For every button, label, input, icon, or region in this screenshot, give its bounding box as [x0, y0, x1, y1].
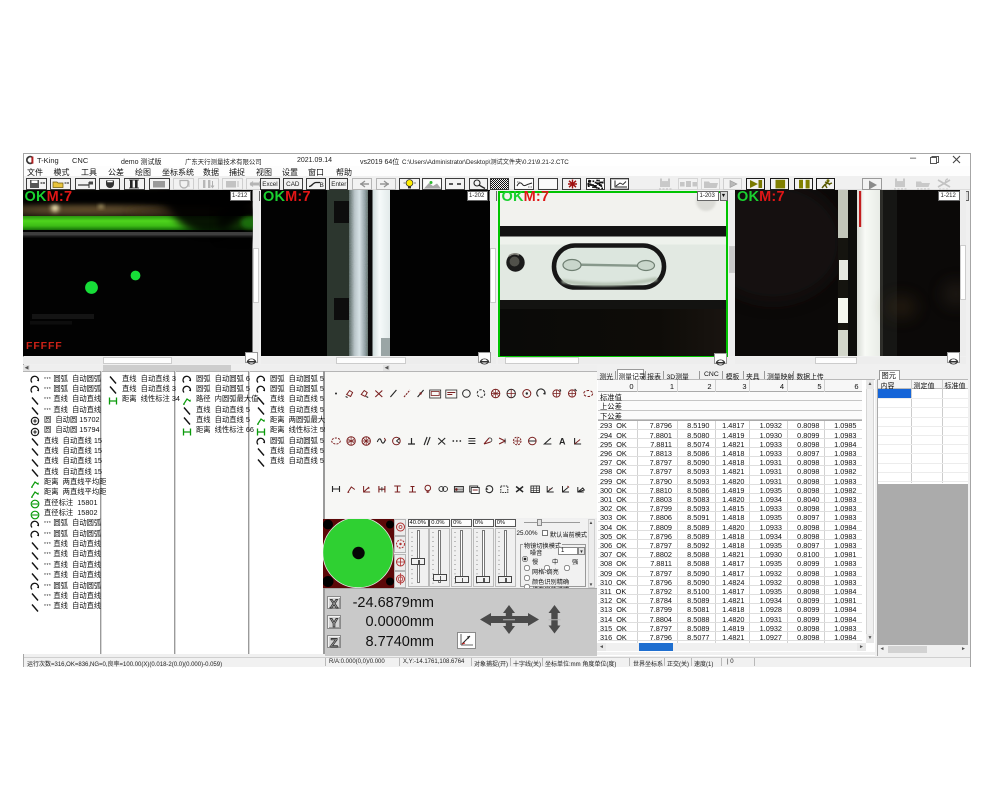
svg-text:Y: Y	[329, 617, 337, 629]
svg-text:FFFFF: FFFFF	[26, 340, 63, 352]
svg-text:A: A	[559, 437, 566, 447]
svg-text:X: X	[329, 598, 337, 610]
svg-text:Z: Z	[330, 637, 337, 649]
svg-text:B: B	[320, 182, 324, 189]
